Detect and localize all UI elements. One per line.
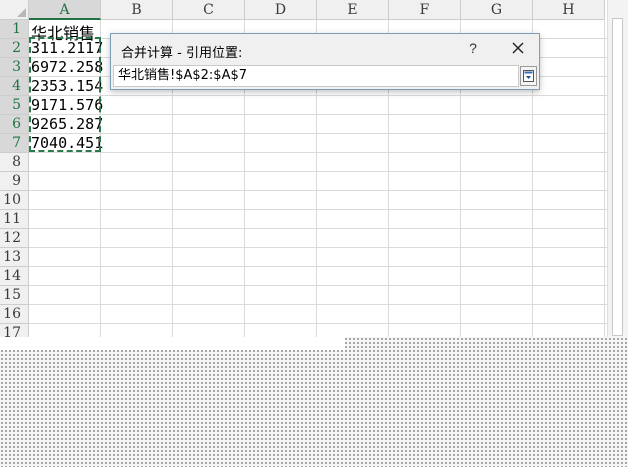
row-header-12[interactable]: 12 bbox=[0, 229, 29, 248]
grid-row-line bbox=[29, 133, 607, 134]
column-header-c[interactable]: C bbox=[173, 0, 245, 20]
close-button[interactable] bbox=[507, 38, 529, 58]
column-header-f[interactable]: F bbox=[389, 0, 461, 20]
grid-row-line bbox=[29, 152, 607, 153]
row-header-10[interactable]: 10 bbox=[0, 191, 29, 210]
column-header-g[interactable]: G bbox=[461, 0, 533, 20]
row-header-9[interactable]: 9 bbox=[0, 172, 29, 191]
row-header-14[interactable]: 14 bbox=[0, 267, 29, 286]
consolidate-reference-dialog: 合并计算 - 引用位置: ? 华北销售!$A$2:$A$7 bbox=[110, 33, 540, 90]
row-header-2[interactable]: 2 bbox=[0, 39, 29, 58]
grid-row-line bbox=[29, 95, 607, 96]
row-header-13[interactable]: 13 bbox=[0, 248, 29, 267]
row-header-6[interactable]: 6 bbox=[0, 115, 29, 134]
column-header-a[interactable]: A bbox=[29, 0, 101, 20]
column-header-d[interactable]: D bbox=[245, 0, 317, 20]
column-header-e[interactable]: E bbox=[317, 0, 389, 20]
grid-row-line bbox=[29, 285, 607, 286]
row-header-3[interactable]: 3 bbox=[0, 58, 29, 77]
grid-row-line bbox=[29, 247, 607, 248]
reference-input[interactable]: 华北销售!$A$2:$A$7 bbox=[113, 65, 519, 87]
help-button[interactable]: ? bbox=[465, 40, 481, 58]
dither-overlay bbox=[0, 337, 628, 467]
row-header-4[interactable]: 4 bbox=[0, 77, 29, 96]
grid-row-line bbox=[29, 266, 607, 267]
row-header-15[interactable]: 15 bbox=[0, 286, 29, 305]
grid-row-line bbox=[29, 209, 607, 210]
dialog-title: 合并计算 - 引用位置: bbox=[121, 46, 243, 61]
grid-row-line bbox=[29, 171, 607, 172]
grid-row-line bbox=[29, 114, 607, 115]
row-header-16[interactable]: 16 bbox=[0, 305, 29, 324]
scrollbar-thumb[interactable] bbox=[612, 18, 623, 336]
row-header-1[interactable]: 1 bbox=[0, 20, 29, 39]
row-header-7[interactable]: 7 bbox=[0, 134, 29, 153]
collapse-dialog-icon bbox=[523, 70, 534, 82]
row-header-5[interactable]: 5 bbox=[0, 96, 29, 115]
collapse-dialog-button[interactable] bbox=[520, 66, 537, 86]
partial-row-strip bbox=[0, 337, 345, 350]
grid-row-line bbox=[29, 323, 607, 324]
row-header-11[interactable]: 11 bbox=[0, 210, 29, 229]
close-icon bbox=[512, 42, 524, 54]
grid-row-line bbox=[29, 304, 607, 305]
select-all-corner[interactable] bbox=[0, 0, 29, 20]
row-header-8[interactable]: 8 bbox=[0, 153, 29, 172]
grid-row-line bbox=[29, 228, 607, 229]
copy-marquee bbox=[29, 37, 101, 152]
column-header-b[interactable]: B bbox=[101, 0, 173, 20]
vertical-scrollbar[interactable] bbox=[607, 0, 628, 340]
column-header-h[interactable]: H bbox=[533, 0, 605, 20]
grid-column-line bbox=[604, 20, 605, 350]
grid-row-line bbox=[29, 190, 607, 191]
